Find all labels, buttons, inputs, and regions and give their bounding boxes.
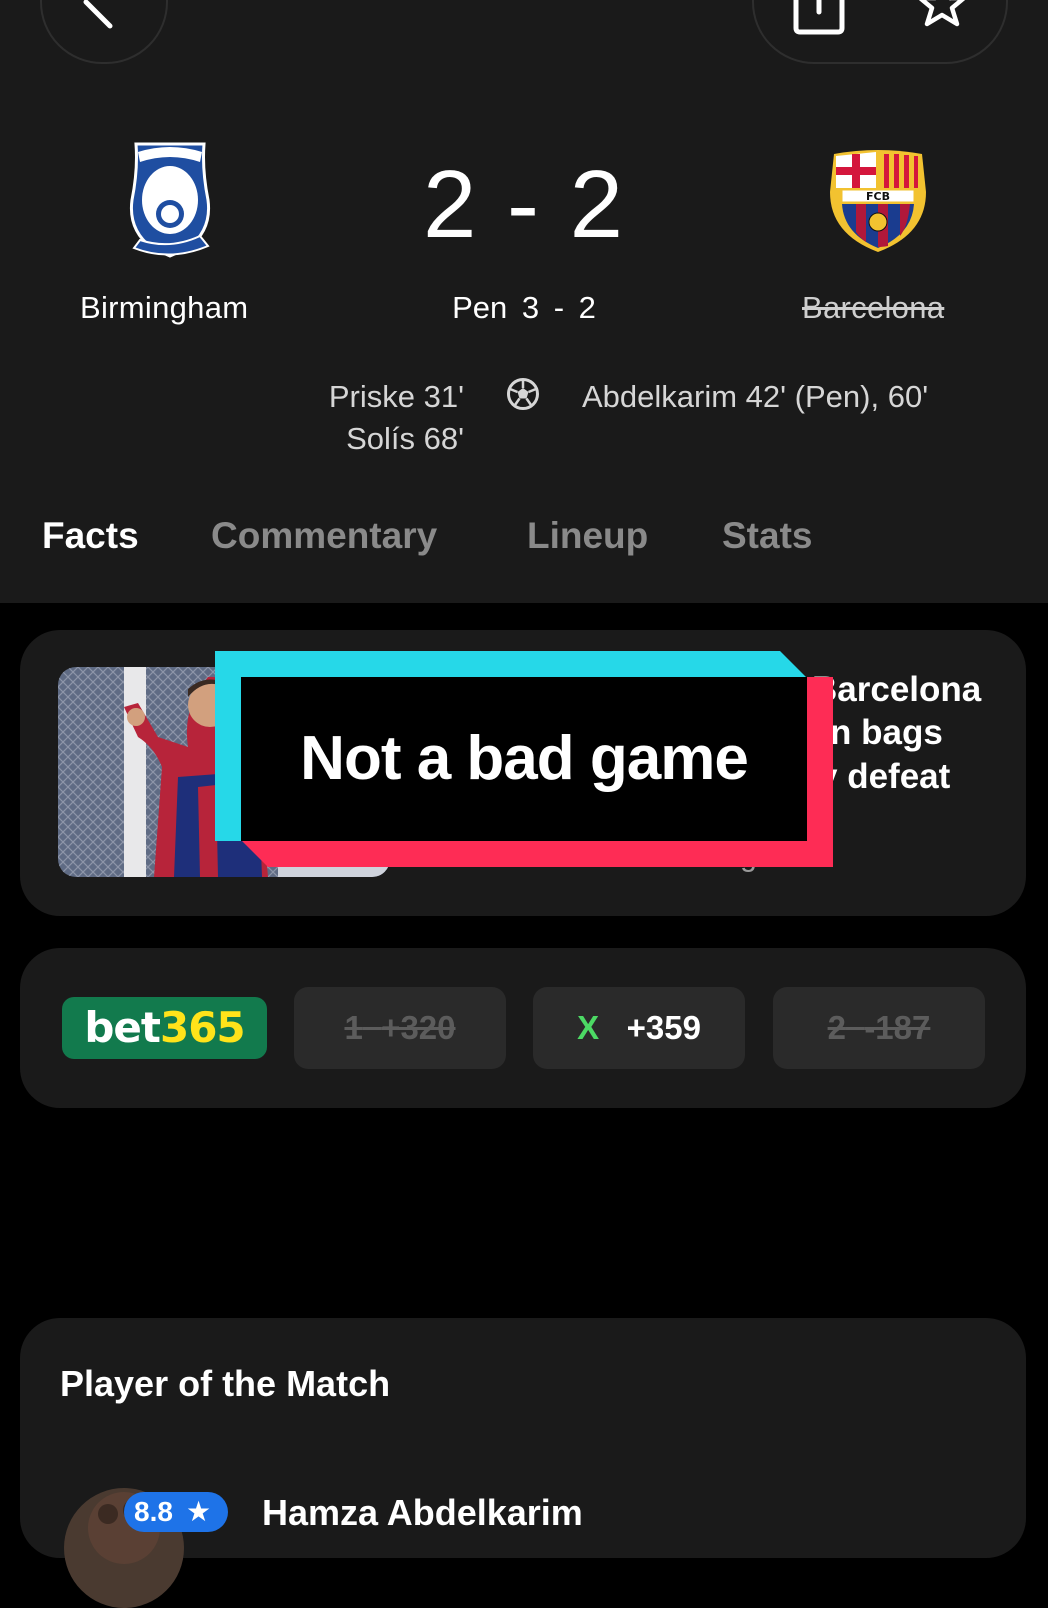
player-rating: 8.8 (134, 1496, 173, 1527)
news-headline-line[interactable]: n bags (830, 713, 943, 753)
star-filled-icon: ★ (186, 1496, 212, 1527)
odds-home-button[interactable]: 1 +320 (294, 987, 506, 1069)
player-rating-badge: 8.8 ★ (124, 1492, 228, 1532)
odds-away-button[interactable]: 2 -187 (773, 987, 985, 1069)
away-team-name[interactable]: Barcelona (802, 290, 944, 326)
news-headline-line[interactable]: y defeat (818, 757, 950, 797)
star-icon[interactable] (916, 0, 968, 30)
tab-lineup[interactable]: Lineup (527, 515, 648, 557)
player-of-match-title: Player of the Match (60, 1363, 391, 1404)
player-name[interactable]: Hamza Abdelkarim (262, 1492, 583, 1534)
match-header: Birmingham 2 - 2 Pen 3 - 2 FCB Barcelona… (0, 0, 1048, 603)
bet365-logo[interactable]: bet365 (62, 997, 267, 1059)
barcelona-crest-icon: FCB (830, 150, 926, 252)
home-scorer[interactable]: Priske 31' (329, 376, 464, 418)
back-button[interactable] (40, 0, 168, 64)
soccer-ball-icon (507, 378, 539, 410)
header-actions (752, 0, 1008, 64)
birmingham-crest-icon (129, 142, 211, 258)
penalty-score: Pen 3 - 2 (452, 290, 596, 325)
match-score: 2 - 2 (422, 151, 626, 258)
tab-stats[interactable]: Stats (722, 515, 812, 557)
away-scorers: Abdelkarim 42' (Pen), 60' (582, 376, 928, 418)
sticker-caption: Not a bad game (300, 724, 749, 793)
caption-sticker: Not a bad game (215, 651, 833, 867)
svg-text:FCB: FCB (866, 190, 890, 203)
chevron-left-icon (83, 0, 113, 29)
odds-draw-button[interactable]: X +359 (533, 987, 745, 1069)
home-team-name[interactable]: Birmingham (80, 290, 248, 326)
home-scorers: Priske 31' Solís 68' (329, 376, 464, 460)
home-scorer[interactable]: Solís 68' (329, 418, 464, 460)
tab-facts[interactable]: Facts (42, 515, 139, 557)
tab-commentary[interactable]: Commentary (211, 515, 437, 557)
share-icon[interactable] (792, 0, 852, 36)
news-headline-line[interactable]: Barcelona (812, 670, 981, 710)
away-scorer[interactable]: Abdelkarim 42' (Pen), 60' (582, 376, 928, 418)
